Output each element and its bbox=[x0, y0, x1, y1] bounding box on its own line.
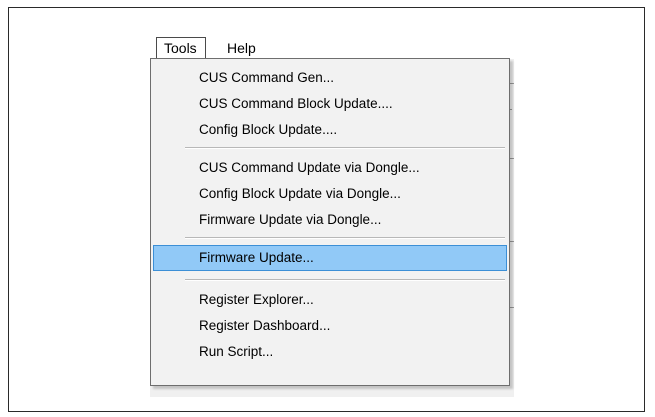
menu-item-firmware-update[interactable]: Firmware Update... bbox=[153, 245, 507, 271]
menu-item-config-block-update-via-dongle[interactable]: Config Block Update via Dongle... bbox=[153, 181, 507, 207]
menu-separator bbox=[185, 237, 505, 239]
menu-tools[interactable]: Tools bbox=[156, 37, 206, 59]
menu-item-config-block-update[interactable]: Config Block Update.... bbox=[153, 117, 507, 143]
menu-bar: Tools Help bbox=[150, 37, 514, 59]
menu-item-register-dashboard[interactable]: Register Dashboard... bbox=[153, 313, 507, 339]
menu-separator bbox=[185, 279, 505, 281]
menu-help[interactable]: Help bbox=[220, 37, 263, 59]
menu-item-cus-command-update-via-dongle[interactable]: CUS Command Update via Dongle... bbox=[153, 155, 507, 181]
menu-separator bbox=[185, 147, 505, 149]
menu-item-register-explorer[interactable]: Register Explorer... bbox=[153, 287, 507, 313]
menu-item-cus-command-gen[interactable]: CUS Command Gen... bbox=[153, 65, 507, 91]
tools-dropdown-menu: CUS Command Gen... CUS Command Block Upd… bbox=[150, 58, 510, 386]
menu-item-firmware-update-via-dongle[interactable]: Firmware Update via Dongle... bbox=[153, 207, 507, 233]
menu-item-cus-command-block-update[interactable]: CUS Command Block Update.... bbox=[153, 91, 507, 117]
menu-item-run-script[interactable]: Run Script... bbox=[153, 339, 507, 365]
